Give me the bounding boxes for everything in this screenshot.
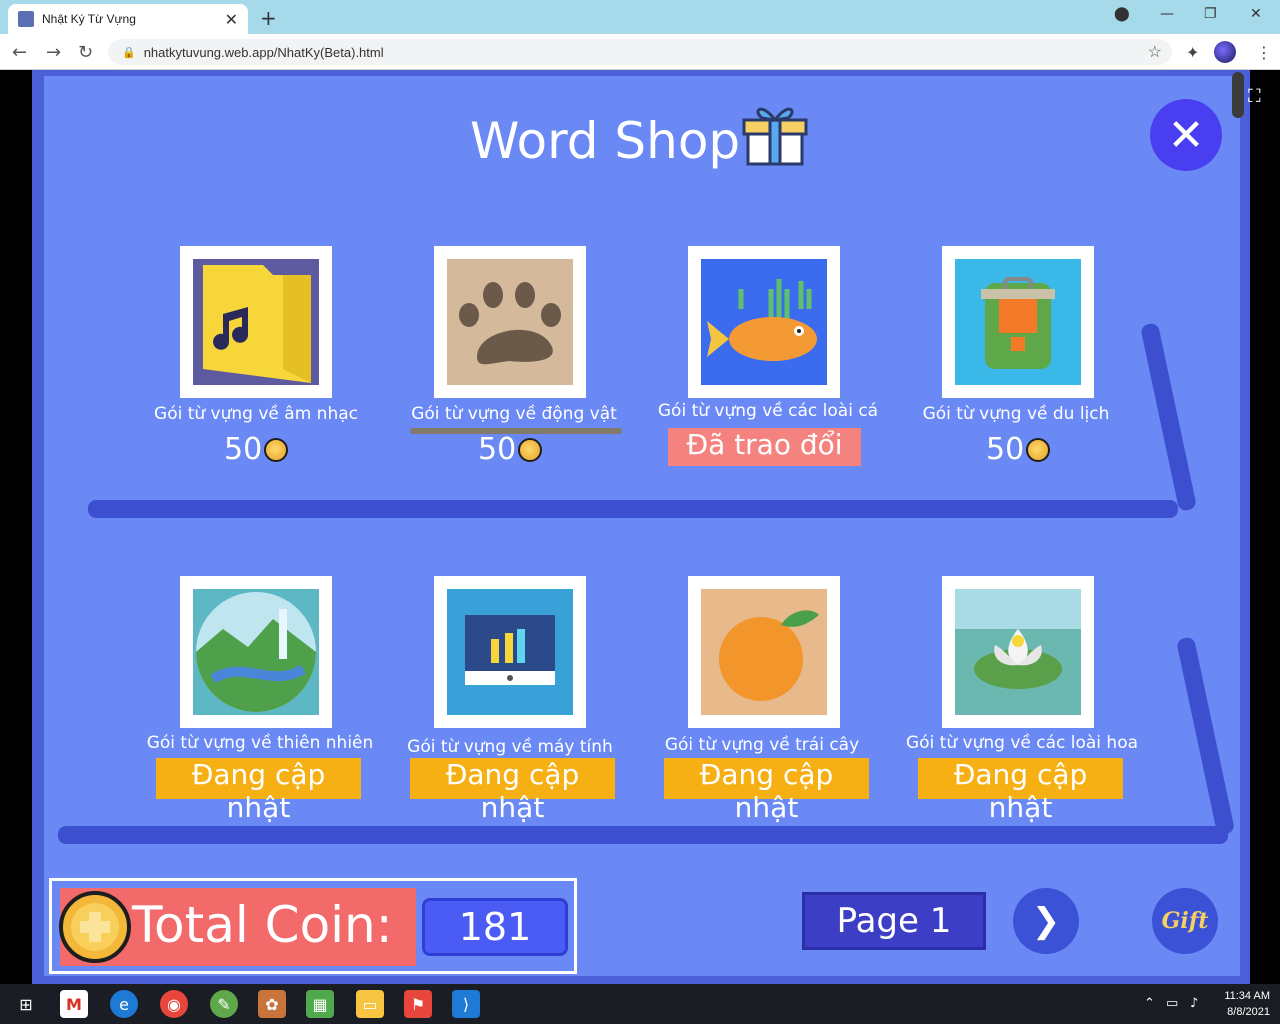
item-animal-card[interactable]	[434, 246, 586, 398]
item-travel-card[interactable]	[942, 246, 1094, 398]
item-name-fruit: Gói từ vựng về trái cây	[664, 735, 860, 755]
track-row2	[58, 826, 1228, 844]
orange-fruit-icon	[701, 589, 827, 715]
updating-badge: Đang cập nhật	[664, 758, 869, 824]
item-nature-card[interactable]	[180, 576, 332, 728]
item-price-travel: 50	[986, 432, 1051, 467]
price-value: 50	[224, 432, 263, 467]
tray-chevron-icon[interactable]: ⌃	[1144, 996, 1155, 1011]
address-bar: ← → ↻ 🔒 nhatkytuvung.web.app/NhatKy(Beta…	[0, 34, 1280, 70]
file-explorer-icon[interactable]: ▭	[356, 990, 384, 1018]
page-indicator: Page 1	[802, 892, 986, 950]
vscode-icon[interactable]: ⟩	[452, 990, 480, 1018]
item-name-nature: Gói từ vựng về thiên nhiên	[146, 733, 374, 753]
lock-icon: 🔒	[122, 46, 136, 59]
next-page-button[interactable]: ❯	[1013, 888, 1079, 954]
menu-dots-icon[interactable]: ⋮	[1256, 43, 1272, 62]
item-music-card[interactable]	[180, 246, 332, 398]
bookmark-star-icon[interactable]: ☆	[1148, 42, 1162, 62]
maximize-button[interactable]: ❐	[1204, 6, 1217, 22]
tab-title: Nhật Ký Từ Vựng	[42, 12, 136, 26]
item-name-computer: Gói từ vựng về máy tính	[407, 737, 613, 757]
coin-icon	[59, 891, 131, 963]
item-flower-card[interactable]	[942, 576, 1094, 728]
page-title: Word Shop	[470, 112, 741, 170]
close-shop-button[interactable]: ✕	[1150, 99, 1222, 171]
gift-button[interactable]: Gift	[1152, 888, 1218, 954]
gmail-icon[interactable]: M	[60, 990, 88, 1018]
coin-icon	[1026, 437, 1051, 462]
windows-start-icon[interactable]: ⊞	[12, 990, 40, 1018]
minimize-button[interactable]: —	[1160, 6, 1174, 22]
network-icon[interactable]: ▭	[1166, 996, 1178, 1011]
clock-time: 11:34 AM	[1224, 990, 1270, 1002]
updating-badge: Đang cập nhật	[918, 758, 1123, 824]
game-app-icon[interactable]: ✿	[258, 990, 286, 1018]
edge-icon[interactable]: e	[110, 990, 138, 1018]
lotus-flower-icon	[955, 589, 1081, 715]
windows-taskbar: ⊞ M e ◉ ✎ ✿ ▦ ▭ ⚑ ⟩ ⌃ ▭ ♪	[0, 984, 1280, 1024]
url-field[interactable]: 🔒 nhatkytuvung.web.app/NhatKy(Beta).html…	[108, 39, 1172, 65]
music-folder-icon	[193, 259, 319, 385]
site-favicon-icon	[18, 11, 34, 27]
profile-menu-icon[interactable]: ⬤	[1114, 6, 1130, 22]
close-window-button[interactable]: ✕	[1250, 6, 1262, 22]
forward-icon[interactable]: →	[46, 42, 61, 63]
app-icon[interactable]: ✎	[210, 990, 238, 1018]
track-row1	[88, 500, 1178, 518]
avatar[interactable]	[1214, 41, 1236, 63]
price-value: 50	[478, 432, 517, 467]
monitor-icon	[447, 589, 573, 715]
url-text: nhatkytuvung.web.app/NhatKy(Beta).html	[143, 44, 384, 60]
item-price-music: 50	[224, 432, 289, 467]
item-name-fish: Gói từ vựng về các loài cá	[657, 401, 879, 421]
close-tab-icon[interactable]: ✕	[225, 10, 238, 29]
browser-tab[interactable]: Nhật Ký Từ Vựng ✕	[8, 4, 248, 34]
total-coin-label: Total Coin:	[132, 896, 393, 954]
item-name-music: Gói từ vựng về âm nhạc	[154, 404, 358, 424]
item-fruit-card[interactable]	[688, 576, 840, 728]
exchanged-badge: Đã trao đổi	[668, 428, 861, 466]
landscape-icon	[193, 589, 319, 715]
coin-icon	[264, 437, 289, 462]
price-value: 50	[986, 432, 1025, 467]
back-icon[interactable]: ←	[12, 42, 27, 63]
item-name-animal: Gói từ vựng về động vật	[411, 404, 617, 424]
updating-badge: Đang cập nhật	[410, 758, 615, 824]
chrome-icon[interactable]: ◉	[160, 990, 188, 1018]
item-name-travel: Gói từ vựng về du lịch	[922, 404, 1110, 424]
paw-print-icon	[447, 259, 573, 385]
item-fish-card[interactable]	[688, 246, 840, 398]
reload-icon[interactable]: ↻	[78, 42, 93, 63]
fish-icon	[701, 259, 827, 385]
item-price-animal: 50	[478, 432, 543, 467]
total-coin-value: 181	[422, 898, 568, 956]
extensions-icon[interactable]: ✦	[1186, 43, 1199, 62]
coin-icon	[518, 437, 543, 462]
new-tab-button[interactable]: +	[260, 6, 277, 30]
browser-titlebar: Nhật Ký Từ Vựng ✕ + ⬤ — ❐ ✕	[0, 0, 1280, 34]
backpack-icon	[955, 259, 1081, 385]
gift-box-icon	[742, 107, 808, 166]
clock-date: 8/8/2021	[1227, 1006, 1270, 1018]
scrollbar-thumb[interactable]	[1232, 72, 1244, 118]
item-name-flower: Gói từ vựng về các loài hoa	[905, 733, 1139, 753]
fullscreen-icon[interactable]: ⛶	[1248, 86, 1261, 107]
office-icon[interactable]: ▦	[306, 990, 334, 1018]
pinned-app-icon[interactable]: ⚑	[404, 990, 432, 1018]
item-computer-card[interactable]	[434, 576, 586, 728]
volume-icon[interactable]: ♪	[1190, 996, 1198, 1011]
updating-badge: Đang cập nhật	[156, 758, 361, 824]
system-clock[interactable]: 11:34 AM 8/8/2021	[1214, 988, 1270, 1020]
